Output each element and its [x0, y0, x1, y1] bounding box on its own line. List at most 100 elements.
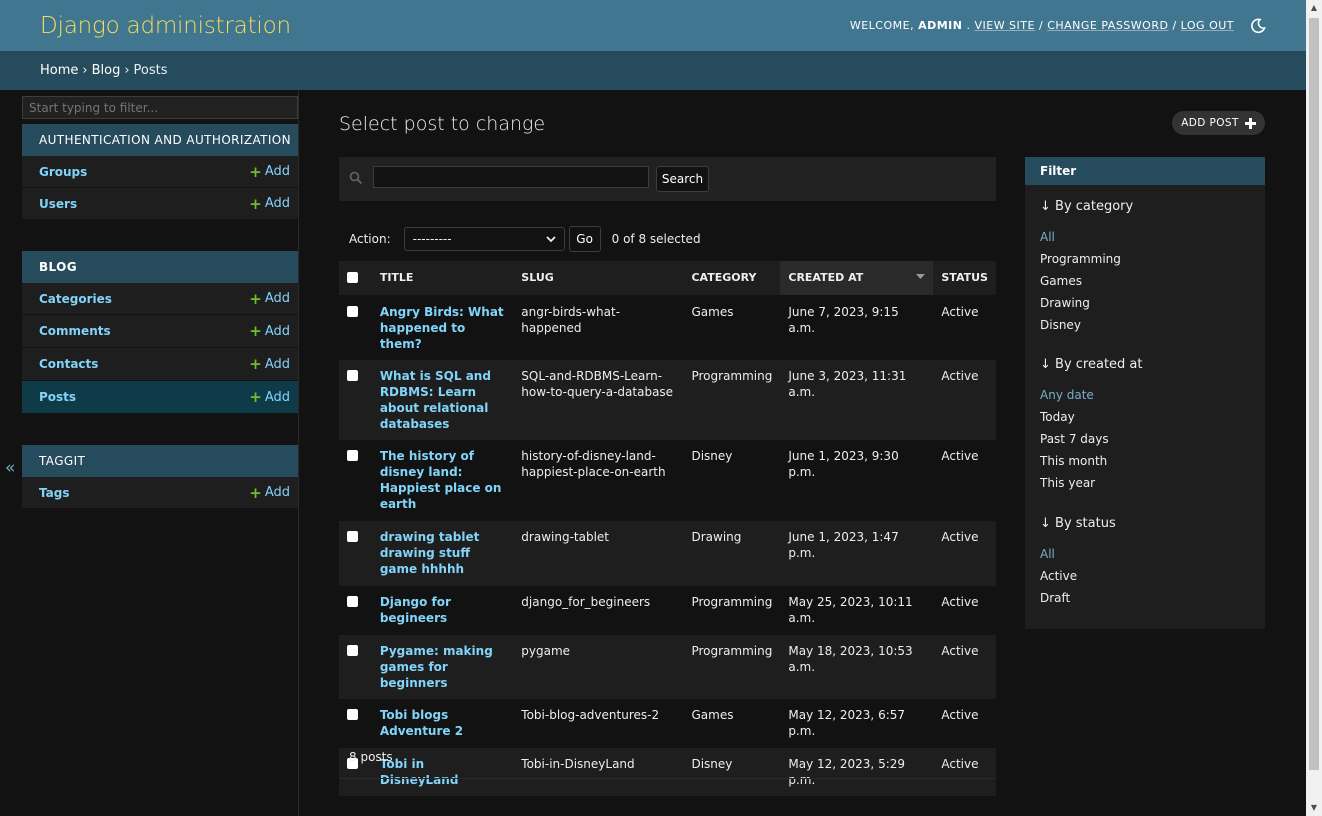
- separator: /: [1038, 19, 1044, 32]
- go-button[interactable]: Go: [568, 226, 601, 252]
- search-input[interactable]: [373, 166, 649, 188]
- row-category: Disney: [683, 439, 781, 521]
- filter-option[interactable]: Today: [1040, 406, 1109, 428]
- sidebar-item-users[interactable]: Users + Add: [22, 188, 298, 220]
- post-title-link[interactable]: Angry Birds: What happened to them?: [380, 305, 504, 351]
- filter-option[interactable]: Active: [1040, 565, 1077, 587]
- collapse-sidebar-icon[interactable]: «: [5, 458, 15, 478]
- add-comments-link[interactable]: + Add: [249, 322, 290, 340]
- search-button[interactable]: Search: [656, 166, 709, 192]
- sidebar-item-label[interactable]: Groups: [39, 165, 87, 179]
- post-title-link[interactable]: drawing tablet drawing stuff game hhhhh: [380, 530, 480, 576]
- toggle-nav-sidebar[interactable]: «: [0, 90, 23, 816]
- log-out-link[interactable]: Log out: [1181, 19, 1234, 32]
- plus-icon: +: [249, 162, 262, 181]
- scrollbar-thumb[interactable]: [1309, 18, 1319, 770]
- scroll-down-arrow-icon[interactable]: ▼: [1306, 800, 1322, 816]
- filter-option[interactable]: Disney: [1040, 314, 1121, 336]
- filter-option[interactable]: Draft: [1040, 587, 1077, 609]
- sidebar-item-label[interactable]: Categories: [39, 292, 112, 306]
- filter-option[interactable]: This month: [1040, 450, 1109, 472]
- sidebar-item-label[interactable]: Comments: [39, 324, 111, 338]
- sidebar-item-label[interactable]: Users: [39, 197, 77, 211]
- filter-option[interactable]: Games: [1040, 270, 1121, 292]
- column-header-title[interactable]: Title: [371, 261, 514, 296]
- post-title-link[interactable]: The history of disney land: Happiest pla…: [380, 449, 502, 511]
- breadcrumb-blog[interactable]: Blog: [92, 63, 121, 78]
- row-checkbox[interactable]: [347, 369, 358, 381]
- row-checkbox-cell[interactable]: [339, 585, 372, 635]
- column-header-category[interactable]: Category: [683, 261, 781, 296]
- table-row: Angry Birds: What happened to them? angr…: [339, 295, 996, 360]
- filter-option[interactable]: This year: [1040, 472, 1109, 494]
- view-site-link[interactable]: View site: [974, 19, 1035, 32]
- add-users-link[interactable]: + Add: [249, 195, 290, 213]
- add-contacts-link[interactable]: + Add: [249, 355, 290, 373]
- sidebar-item-contacts[interactable]: Contacts + Add: [22, 348, 298, 381]
- module-caption-blog[interactable]: Blog: [22, 251, 298, 283]
- row-checkbox[interactable]: [347, 305, 358, 317]
- module-caption-auth[interactable]: Authentication and Authorization: [22, 124, 298, 156]
- filter-option[interactable]: Drawing: [1040, 292, 1121, 314]
- row-checkbox[interactable]: [347, 644, 358, 656]
- filter-option[interactable]: Past 7 days: [1040, 428, 1109, 450]
- row-checkbox[interactable]: [347, 708, 358, 720]
- row-checkbox-cell[interactable]: [339, 520, 372, 586]
- filter-title-category: ↓ By category: [1040, 199, 1134, 214]
- row-checkbox[interactable]: [347, 595, 358, 607]
- plus-icon: +: [249, 289, 262, 308]
- sort-descending-icon[interactable]: [916, 274, 926, 280]
- module-caption-taggit[interactable]: Taggit: [22, 445, 298, 477]
- add-label: Add: [264, 196, 290, 211]
- filter-list-category: All Programming Games Drawing Disney: [1040, 226, 1121, 336]
- theme-toggle-moon-icon[interactable]: [1250, 18, 1266, 34]
- post-title-link[interactable]: Tobi blogs Adventure 2: [380, 708, 463, 738]
- site-branding[interactable]: Django administration: [40, 13, 291, 39]
- add-tags-link[interactable]: + Add: [249, 484, 290, 502]
- filter-option[interactable]: Any date: [1040, 384, 1109, 406]
- sidebar-item-label[interactable]: Tags: [39, 486, 69, 500]
- page-scrollbar[interactable]: ▲ ▼: [1306, 0, 1322, 816]
- sidebar-item-posts[interactable]: Posts + Add: [22, 381, 298, 414]
- scroll-up-arrow-icon[interactable]: ▲: [1306, 0, 1322, 16]
- row-checkbox-cell[interactable]: [339, 634, 372, 699]
- filter-title-status: ↓ By status: [1040, 516, 1116, 531]
- sidebar-item-label[interactable]: Posts: [39, 390, 76, 404]
- plus-icon: +: [249, 483, 262, 502]
- row-checkbox-cell[interactable]: [339, 295, 372, 360]
- add-posts-link[interactable]: + Add: [249, 388, 290, 406]
- row-checkbox[interactable]: [347, 449, 358, 461]
- sidebar-item-comments[interactable]: Comments + Add: [22, 315, 298, 348]
- breadcrumb-home[interactable]: Home: [40, 63, 78, 78]
- add-post-button[interactable]: Add post: [1172, 111, 1265, 135]
- row-slug: SQL-and-RDBMS-Learn-how-to-query-a-datab…: [513, 359, 684, 440]
- paginator: 8 posts: [339, 735, 996, 779]
- breadcrumb: Home › Blog › Posts: [0, 51, 1306, 90]
- sidebar-item-groups[interactable]: Groups + Add: [22, 156, 298, 188]
- row-checkbox[interactable]: [347, 530, 358, 542]
- filter-option[interactable]: Programming: [1040, 248, 1121, 270]
- row-checkbox-cell[interactable]: [339, 439, 372, 521]
- sidebar-item-label[interactable]: Contacts: [39, 357, 98, 371]
- add-categories-link[interactable]: + Add: [249, 290, 290, 308]
- row-slug: angr-birds-what-happened: [513, 295, 684, 360]
- filter-option[interactable]: All: [1040, 226, 1121, 248]
- change-password-link[interactable]: Change password: [1047, 19, 1168, 32]
- sidebar-item-categories[interactable]: Categories + Add: [22, 283, 298, 315]
- column-header-created-at[interactable]: Created at: [780, 261, 934, 296]
- header: Django administration Welcome, admin. Vi…: [0, 0, 1306, 51]
- add-groups-link[interactable]: + Add: [249, 163, 290, 181]
- row-checkbox-cell[interactable]: [339, 359, 372, 440]
- sidebar-item-tags[interactable]: Tags + Add: [22, 477, 298, 509]
- select-all-checkbox-cell[interactable]: [339, 261, 372, 296]
- post-title-link[interactable]: Pygame: making games for beginners: [380, 644, 493, 690]
- post-title-link[interactable]: Django for begineers: [380, 595, 451, 625]
- row-title-cell: drawing tablet drawing stuff game hhhhh: [371, 520, 514, 586]
- filter-option[interactable]: All: [1040, 543, 1077, 565]
- post-title-link[interactable]: What is SQL and RDBMS: Learn about relat…: [380, 369, 491, 431]
- select-all-checkbox[interactable]: [347, 271, 358, 283]
- column-header-status[interactable]: Status: [933, 261, 996, 296]
- action-select[interactable]: ---------: [403, 227, 565, 251]
- column-header-slug[interactable]: Slug: [513, 261, 684, 296]
- nav-filter-input[interactable]: [22, 96, 298, 119]
